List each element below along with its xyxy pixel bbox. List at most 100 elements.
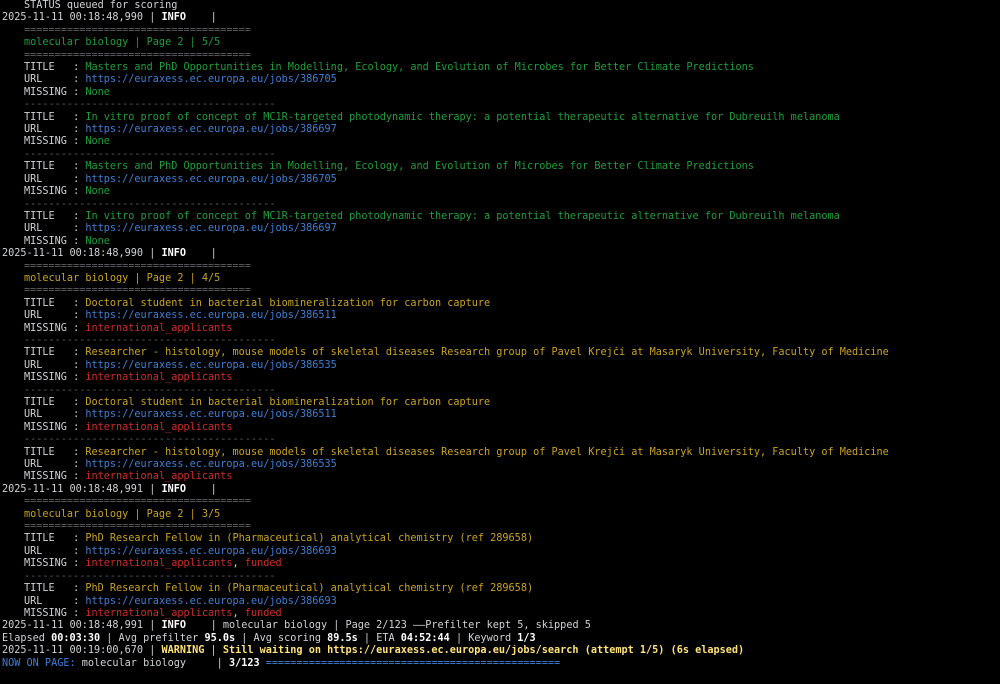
group-header-text: molecular biology | Page 2 | 5/5: [24, 37, 221, 49]
summary-line: 2025-11-11 00:18:48,991 | INFO | molecul…: [2, 620, 591, 632]
missing-value: international_applicants: [85, 471, 233, 483]
entry-missing-line: MISSING : None: [2, 186, 998, 198]
page-progress: 3/123: [228, 657, 260, 669]
missing-value: None: [85, 136, 110, 148]
log-level: INFO: [161, 248, 187, 260]
entry-missing-line: MISSING : international_applicants, fund…: [2, 558, 998, 570]
avg-scoring-value: 89.5s: [327, 632, 358, 644]
missing-label: MISSING :: [24, 322, 86, 334]
entry-missing-line: MISSING : None: [2, 236, 998, 248]
entry-url-link[interactable]: https://euraxess.ec.europa.eu/jobs/38653…: [85, 360, 336, 371]
warning-message: Still waiting on https://euraxess.ec.eur…: [222, 645, 745, 657]
entry-url-line: URL : https://euraxess.ec.europa.eu/jobs…: [2, 459, 998, 471]
entry-title: Researcher - histology, mouse models of …: [85, 446, 889, 458]
elapsed-line: Elapsed 00:03:30 | Avg prefilter 95.0s |…: [2, 632, 536, 644]
url-label: URL :: [24, 359, 86, 371]
entry-missing-line: MISSING : international_applicants: [2, 422, 998, 434]
separator: ----------------------------------------…: [2, 99, 998, 111]
log-timestamp: 2025-11-11 00:18:48,990: [2, 12, 144, 24]
missing-value: international_applicants: [85, 322, 233, 334]
entry-url-link[interactable]: https://euraxess.ec.europa.eu/jobs/38651…: [85, 409, 336, 420]
entry-url-link[interactable]: https://euraxess.ec.europa.eu/jobs/38669…: [85, 596, 336, 607]
separator-line: ----------------------------------------…: [24, 99, 276, 111]
separator: ----------------------------------------…: [2, 149, 998, 161]
title-label: TITLE :: [24, 161, 86, 173]
missing-value: None: [85, 186, 110, 198]
url-label: URL :: [24, 74, 86, 86]
entry-url-link[interactable]: https://euraxess.ec.europa.eu/jobs/38653…: [85, 459, 336, 470]
url-label: URL :: [24, 310, 86, 322]
warning-timestamp: 2025-11-11 00:19:00,670: [2, 645, 144, 657]
now-on-page-keyword: molecular biology: [81, 657, 187, 669]
entry-title: Doctoral student in bacterial biomineral…: [85, 297, 491, 309]
entry-title: In vitro proof of concept of MC1R-target…: [85, 111, 840, 123]
warning-line: 2025-11-11 00:19:00,670 | WARNING | Stil…: [2, 645, 745, 657]
entry-url-line: URL : https://euraxess.ec.europa.eu/jobs…: [2, 174, 998, 186]
entry-missing-line: MISSING : None: [2, 136, 998, 148]
missing-value: ,: [232, 558, 245, 570]
entry-url-line: URL : https://euraxess.ec.europa.eu/jobs…: [2, 596, 998, 608]
entry-url-line: URL : https://euraxess.ec.europa.eu/jobs…: [2, 546, 998, 558]
log-level: INFO: [161, 483, 187, 495]
separator-line: ----------------------------------------…: [24, 148, 276, 160]
entry-url-link[interactable]: https://euraxess.ec.europa.eu/jobs/38669…: [85, 124, 336, 135]
separator: ----------------------------------------…: [2, 385, 998, 397]
missing-label: MISSING :: [24, 421, 86, 433]
entry-title-line: TITLE : PhD Research Fellow in (Pharmace…: [2, 583, 998, 595]
separator: =====================================: [2, 521, 998, 533]
entry-title-line: TITLE : PhD Research Fellow in (Pharmace…: [2, 533, 998, 545]
log-timestamp: 2025-11-11 00:18:48,991: [2, 483, 144, 495]
missing-label: MISSING :: [24, 235, 86, 247]
url-label: URL :: [24, 595, 86, 607]
missing-label: MISSING :: [24, 136, 86, 148]
entry-title: PhD Research Fellow in (Pharmaceutical) …: [85, 533, 534, 545]
eta-value: 04:52:44: [400, 632, 450, 644]
entry-title: Researcher - histology, mouse models of …: [85, 347, 889, 359]
separator-line: =====================================: [24, 496, 251, 508]
separator: ----------------------------------------…: [2, 434, 998, 446]
separator: ----------------------------------------…: [2, 335, 998, 347]
entry-url-line: URL : https://euraxess.ec.europa.eu/jobs…: [2, 223, 998, 235]
summary-message: molecular biology | Page 2/123 ——Prefilt…: [222, 620, 591, 632]
entry-url-link[interactable]: https://euraxess.ec.europa.eu/jobs/38651…: [85, 310, 336, 321]
keyword-progress: 1/3: [517, 632, 536, 644]
separator: =====================================: [2, 261, 998, 273]
entry-url-link[interactable]: https://euraxess.ec.europa.eu/jobs/38669…: [85, 546, 336, 557]
entry-url-line: URL : https://euraxess.ec.europa.eu/jobs…: [2, 310, 998, 322]
now-on-page-label: NOW ON PAGE:: [2, 657, 82, 669]
group-header: molecular biology | Page 2 | 3/5: [2, 509, 998, 521]
log-line: 2025-11-11 00:18:48,991 | INFO |: [2, 483, 217, 495]
entry-url-link[interactable]: https://euraxess.ec.europa.eu/jobs/38670…: [85, 174, 336, 185]
entry-title: In vitro proof of concept of MC1R-target…: [85, 210, 840, 222]
separator-line: ----------------------------------------…: [24, 434, 276, 446]
title-label: TITLE :: [24, 446, 86, 458]
entry-missing-line: MISSING : international_applicants: [2, 323, 998, 335]
group-header: molecular biology | Page 2 | 5/5: [2, 37, 998, 49]
entry-missing-line: MISSING : None: [2, 87, 998, 99]
summary-timestamp: 2025-11-11 00:18:48,991: [2, 620, 144, 632]
entry-url-line: URL : https://euraxess.ec.europa.eu/jobs…: [2, 360, 998, 372]
missing-label: MISSING :: [24, 471, 86, 483]
url-label: URL :: [24, 409, 86, 421]
entry-title-line: TITLE : Masters and PhD Opportunities in…: [2, 161, 998, 173]
title-label: TITLE :: [24, 533, 86, 545]
entry-url-link[interactable]: https://euraxess.ec.europa.eu/jobs/38669…: [85, 223, 336, 234]
group-header: molecular biology | Page 2 | 4/5: [2, 273, 998, 285]
terminal-output[interactable]: STATUS queued for scoring 2025-11-11 00:…: [2, 0, 998, 670]
entry-url-link[interactable]: https://euraxess.ec.europa.eu/jobs/38670…: [85, 74, 336, 85]
missing-value: ,: [232, 607, 245, 619]
separator: =====================================: [2, 50, 998, 62]
separator-line: =====================================: [24, 285, 251, 297]
warning-level: WARNING: [161, 645, 205, 657]
separator: =====================================: [2, 496, 998, 508]
separator-line: =====================================: [24, 24, 251, 36]
separator: =====================================: [2, 25, 998, 37]
url-label: URL :: [24, 459, 86, 471]
entry-title-line: TITLE : Masters and PhD Opportunities in…: [2, 62, 998, 74]
status-line: STATUS queued for scoring: [24, 0, 178, 11]
missing-label: MISSING :: [24, 372, 86, 384]
separator-line: ----------------------------------------…: [24, 384, 276, 396]
url-label: URL :: [24, 173, 86, 185]
entry-title-line: TITLE : Doctoral student in bacterial bi…: [2, 397, 998, 409]
title-label: TITLE :: [24, 111, 86, 123]
